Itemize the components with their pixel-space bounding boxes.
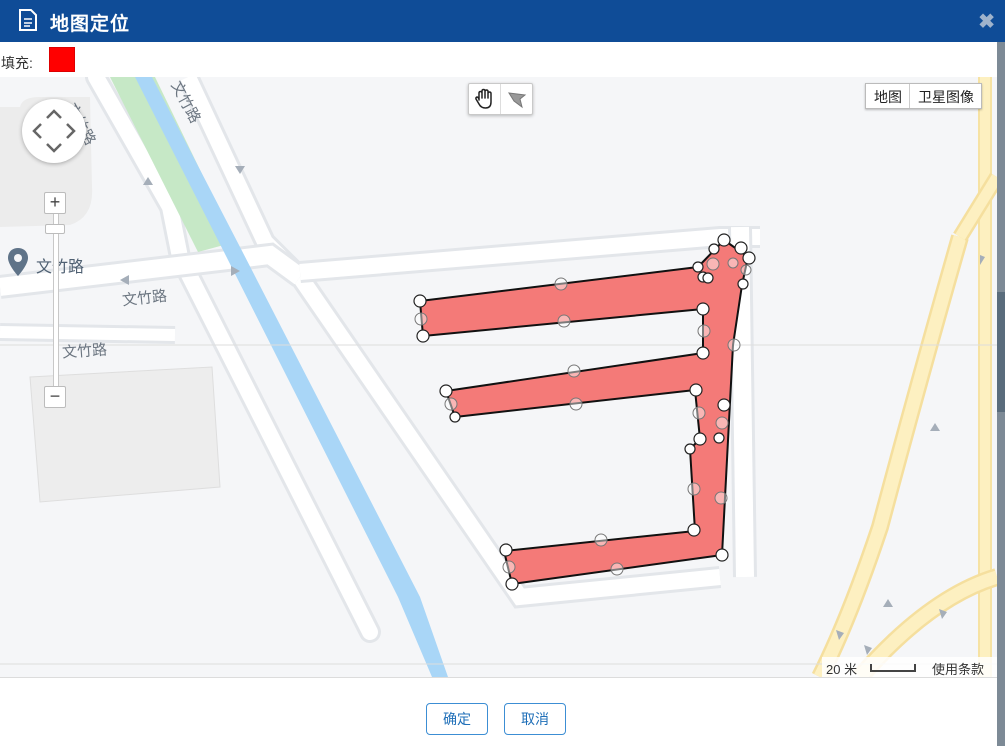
map-type-switcher: 地图 卫星图像	[865, 83, 982, 109]
dialog-footer: 确定 取消	[0, 677, 997, 747]
map-type-roadmap[interactable]: 地图	[866, 84, 909, 108]
pan-down-icon	[46, 143, 62, 153]
scale-bar: 20 米 使用条款	[822, 657, 997, 677]
map-canvas[interactable]: 文竹路 文竹路 文竹路 文竹路 文竹路 + −	[0, 77, 997, 677]
pan-hand-tool[interactable]	[469, 84, 500, 114]
ok-button[interactable]: 确定	[426, 703, 488, 735]
road-label: 文竹路	[61, 341, 108, 362]
zoom-in-button[interactable]: +	[44, 192, 66, 214]
hand-icon	[475, 88, 492, 109]
fill-label: 填充:	[1, 55, 33, 71]
scale-ruler-icon	[870, 664, 916, 672]
fill-row: 填充:	[0, 42, 997, 77]
dialog-title-bar: 地图定位 ✖	[0, 0, 1005, 42]
cancel-button[interactable]: 取消	[504, 703, 566, 735]
zoom-slider-handle[interactable]	[45, 224, 65, 234]
scale-label: 20 米	[826, 662, 858, 677]
zoom-out-button[interactable]: −	[44, 386, 66, 408]
dialog-title: 地图定位	[50, 14, 131, 35]
background-page-edge	[997, 42, 1005, 746]
document-icon	[19, 9, 37, 31]
fill-color-swatch[interactable]	[49, 47, 75, 72]
draw-polygon-tool[interactable]	[500, 84, 532, 114]
drawing-toolbar	[468, 83, 533, 115]
poi-label: 文竹路	[36, 259, 85, 276]
close-button[interactable]: ✖	[978, 9, 995, 34]
polygon-icon	[508, 92, 527, 109]
pan-right-icon	[66, 123, 76, 139]
location-pin-icon	[8, 248, 28, 276]
pan-control[interactable]	[22, 99, 86, 163]
map-type-satellite[interactable]: 卫星图像	[909, 84, 981, 108]
pan-up-icon	[46, 109, 62, 119]
terms-link[interactable]: 使用条款	[932, 659, 984, 677]
pan-left-icon	[32, 123, 42, 139]
map-base-layer	[0, 77, 997, 677]
